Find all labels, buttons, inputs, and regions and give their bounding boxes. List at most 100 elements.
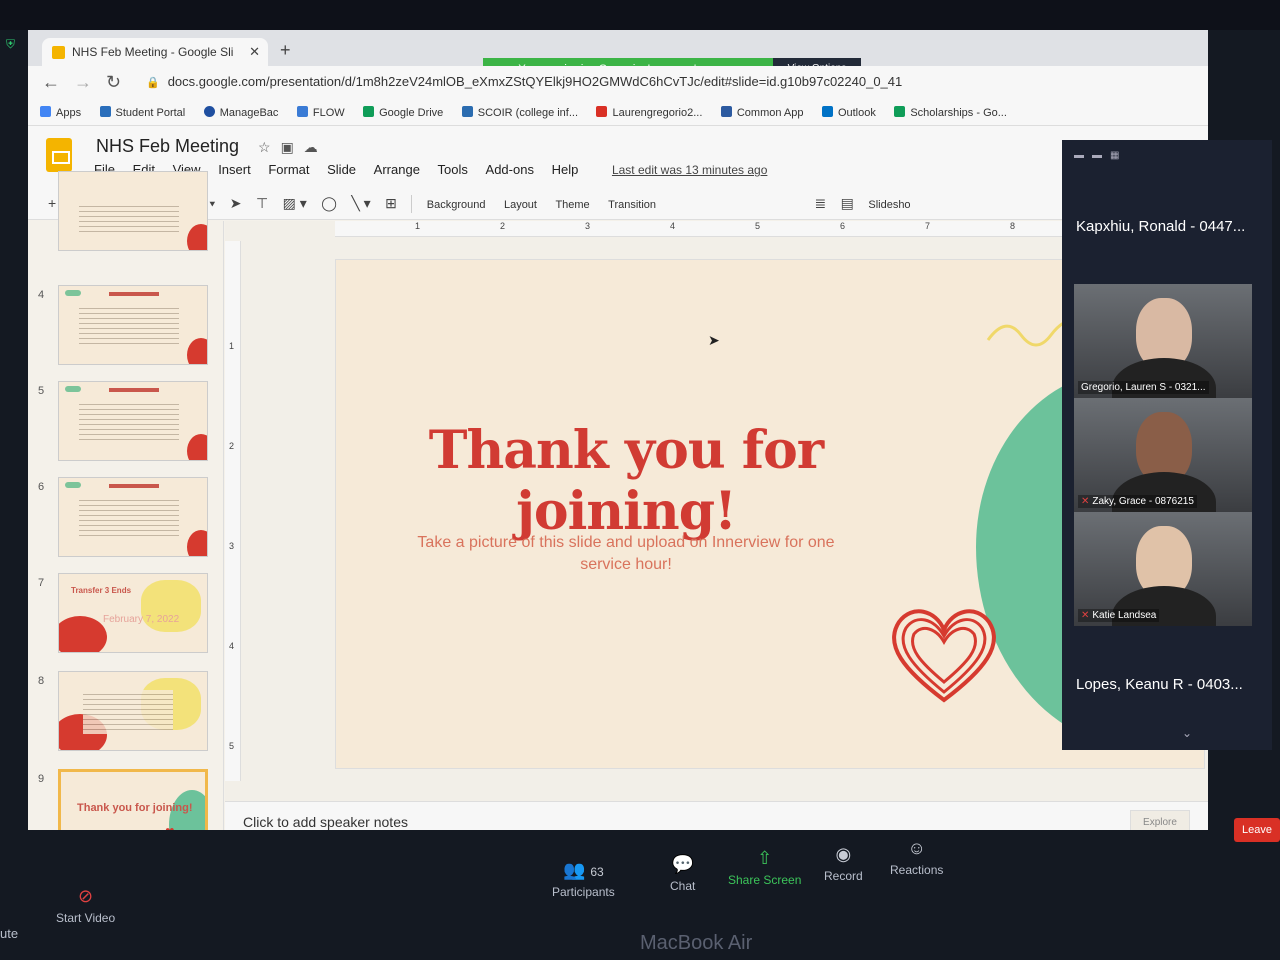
slideshow-button[interactable]: Slidesho	[868, 188, 910, 222]
slide-filmstrip: 4 5 6 7 Transfer 3 Ends February 7, 2022	[28, 171, 224, 849]
slide-number: 9	[38, 773, 45, 785]
slide-thumbnail[interactable]: Transfer 3 Ends February 7, 2022	[58, 573, 208, 653]
participant-video[interactable]: Gregorio, Lauren S - 0321...	[1074, 284, 1252, 398]
participants-button[interactable]: 👥 63 Participants	[552, 860, 615, 899]
slide-title[interactable]: Thank you for joining!	[336, 420, 916, 542]
forward-arrow-icon[interactable]: →	[74, 72, 92, 93]
slide-number: 6	[38, 481, 45, 493]
zoom-layout-icons[interactable]: ▬▬▦	[1074, 150, 1127, 161]
bookmark-student-portal[interactable]: Student Portal	[99, 100, 185, 125]
new-tab-button[interactable]: +	[280, 40, 291, 61]
menu-add-ons[interactable]: Add-ons	[486, 162, 534, 177]
sheets-icon	[894, 106, 906, 117]
comment-history-icon[interactable]: ≣	[814, 186, 826, 220]
slides-logo-icon[interactable]	[46, 138, 72, 172]
mouse-cursor-icon: ➤	[708, 332, 720, 348]
slide-thumbnail[interactable]	[58, 477, 208, 557]
record-icon: ◉	[835, 844, 852, 864]
comment-icon[interactable]: ⊞	[385, 186, 397, 220]
slide-number: 7	[38, 577, 45, 589]
drive-icon	[363, 106, 375, 117]
screen-bezel	[0, 0, 1280, 30]
menu-arrange[interactable]: Arrange	[374, 162, 420, 177]
scoir-icon	[461, 106, 473, 117]
transition-button[interactable]: Transition	[608, 188, 656, 222]
lock-icon: 🔒	[146, 77, 160, 89]
chat-button[interactable]: 💬 Chat	[670, 854, 695, 893]
slide-thumbnail[interactable]	[58, 671, 208, 751]
document-title[interactable]: NHS Feb Meeting	[96, 136, 239, 157]
reactions-button[interactable]: ☺ Reactions	[890, 838, 943, 877]
toolbar-divider	[411, 194, 413, 213]
image-icon[interactable]: ▨ ▾	[283, 186, 307, 220]
participant-tile[interactable]: Kapxhiu, Ronald - 0447...	[1074, 170, 1252, 284]
zoom-video-panel: ▬▬▦ Kapxhiu, Ronald - 0447... Gregorio, …	[1062, 140, 1272, 750]
menu-help[interactable]: Help	[552, 162, 579, 177]
participant-video[interactable]: ✕ Zaky, Grace - 0876215	[1074, 398, 1252, 512]
cloud-status-icon: ☁	[303, 139, 328, 155]
slide-thumbnail[interactable]	[58, 285, 208, 365]
present-icon[interactable]: ▤	[841, 186, 854, 220]
star-icon[interactable]: ☆	[258, 139, 281, 155]
url-text: docs.google.com/presentation/d/1m8h2zeV2…	[167, 74, 903, 89]
thumbnail-row-6[interactable]: 6	[28, 477, 224, 565]
thumbnail-row-5[interactable]: 5	[28, 381, 224, 469]
leave-button[interactable]: Leave	[1234, 818, 1280, 842]
tab-title: NHS Feb Meeting - Google Sli	[72, 45, 234, 59]
bookmark-scoir[interactable]: SCOIR (college inf...	[461, 100, 578, 125]
move-folder-icon[interactable]: ▣	[281, 139, 304, 155]
url-field[interactable]: 🔒 docs.google.com/presentation/d/1m8h2zeV…	[146, 74, 902, 89]
reload-icon[interactable]: ↻	[106, 72, 121, 93]
menu-tools[interactable]: Tools	[438, 162, 468, 177]
start-video-button[interactable]: ⊘ Start Video	[56, 886, 115, 925]
bookmark-common-app[interactable]: Common App	[720, 100, 804, 125]
muted-mic-icon: ✕	[1081, 496, 1090, 507]
last-edit-link[interactable]: Last edit was 13 minutes ago	[612, 163, 767, 177]
text-box-icon[interactable]: ⊤	[256, 186, 268, 220]
bookmark-google-drive[interactable]: Google Drive	[363, 100, 443, 125]
browser-tab[interactable]: NHS Feb Meeting - Google Sli ✕	[42, 38, 268, 66]
managebac-icon	[203, 106, 215, 117]
slide-thumbnail[interactable]	[58, 381, 208, 461]
background-button[interactable]: Background	[427, 188, 486, 222]
shape-icon[interactable]: ◯	[321, 186, 337, 220]
bookmark-scholarships[interactable]: Scholarships - Go...	[894, 100, 1007, 125]
title-actions: ☆▣☁	[258, 139, 328, 156]
chevron-down-icon[interactable]: ⌄	[1182, 726, 1192, 740]
portal-icon	[99, 106, 111, 117]
select-cursor-icon[interactable]: ➤	[230, 186, 242, 220]
record-button[interactable]: ◉ Record	[824, 844, 863, 883]
slide-number: 8	[38, 675, 45, 687]
menu-format[interactable]: Format	[268, 162, 309, 177]
bookmark-outlook[interactable]: Outlook	[821, 100, 876, 125]
line-icon[interactable]: ╲ ▾	[351, 186, 370, 220]
thumbnail-row-7[interactable]: 7 Transfer 3 Ends February 7, 2022	[28, 573, 224, 661]
flow-icon	[296, 106, 308, 117]
device-label: MacBook Air	[640, 932, 753, 954]
close-icon[interactable]: ✕	[249, 44, 260, 60]
share-screen-button[interactable]: ⇧ Share Screen	[728, 848, 801, 887]
gmail-icon	[596, 106, 608, 117]
participant-video[interactable]: ✕ Katie Landsea	[1074, 512, 1252, 626]
slide-subtitle[interactable]: Take a picture of this slide and upload …	[396, 532, 856, 576]
thumbnail-row-4[interactable]: 4	[28, 285, 224, 373]
back-arrow-icon[interactable]: ←	[42, 72, 60, 93]
bookmark-apps[interactable]: Apps	[40, 100, 81, 125]
speaker-notes-placeholder[interactable]: Click to add speaker notes	[243, 814, 408, 830]
layout-button[interactable]: Layout	[504, 188, 537, 222]
address-bar: ← → ↻ 🔒 docs.google.com/presentation/d/1m…	[28, 66, 1208, 100]
thumbnail-row-8[interactable]: 8	[28, 671, 224, 759]
bookmark-flow[interactable]: FLOW	[296, 100, 345, 125]
mute-button-label[interactable]: ute	[0, 926, 18, 941]
reactions-icon: ☺	[907, 838, 926, 858]
participant-tile[interactable]: Lopes, Keanu R - 0403...	[1074, 626, 1252, 740]
slide-number: 4	[38, 289, 45, 301]
menu-slide[interactable]: Slide	[327, 162, 356, 177]
common-app-icon	[720, 106, 732, 117]
slide-canvas-area: 1 2 3 4 5 6 7 8 9 1 2 3 4 5	[225, 221, 1208, 801]
thumbnail-row-3[interactable]	[28, 171, 224, 259]
slide-thumbnail[interactable]	[58, 171, 208, 251]
bookmark-gmail[interactable]: Laurengregorio2...	[596, 100, 702, 125]
theme-button[interactable]: Theme	[555, 188, 589, 222]
bookmark-managebac[interactable]: ManageBac	[203, 100, 278, 125]
